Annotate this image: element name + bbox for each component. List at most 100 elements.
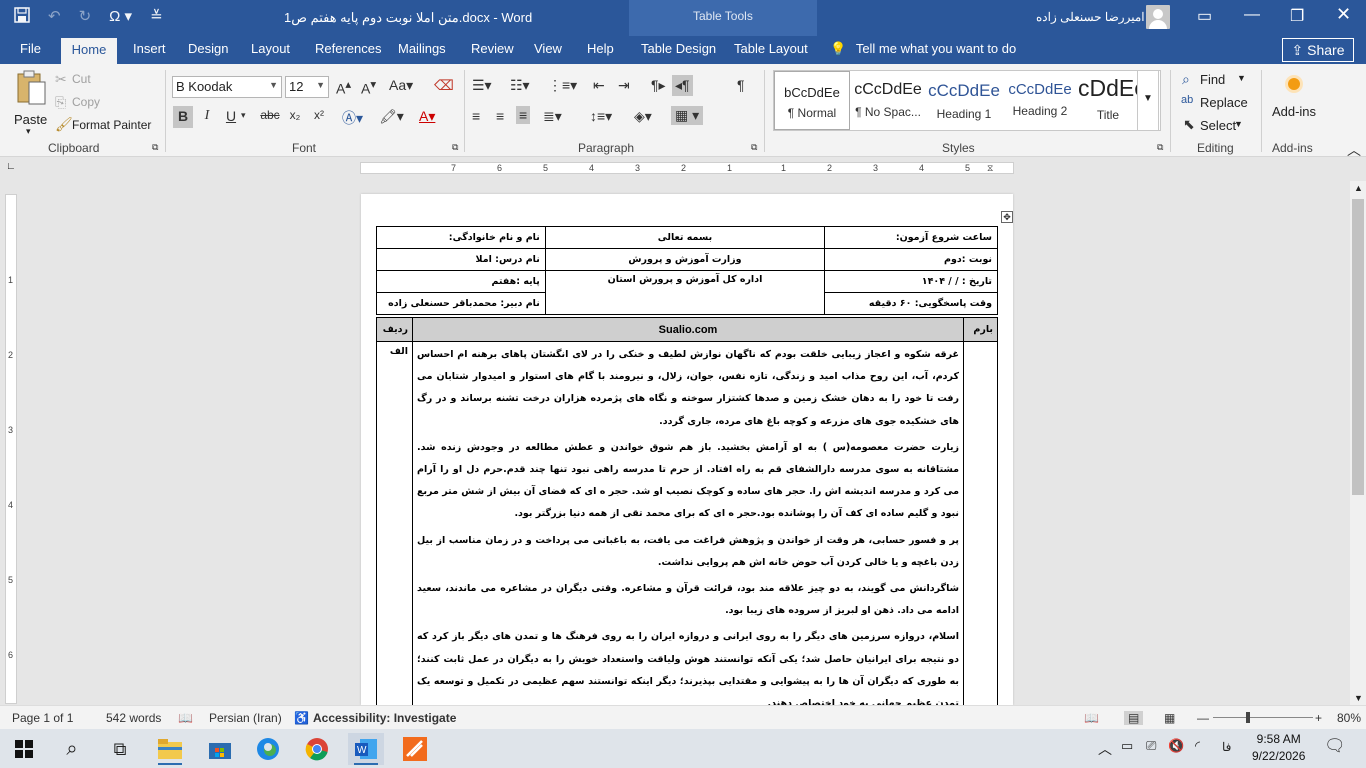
exam-term-cell[interactable]: نوبت :دوم <box>824 248 998 271</box>
subscript-button[interactable]: x₂ <box>285 106 305 128</box>
align-left-icon[interactable]: ≡ <box>472 108 480 124</box>
tab-table-layout[interactable]: Table Layout <box>734 41 808 56</box>
tab-mailings[interactable]: Mailings <box>398 41 446 56</box>
volume-muted-icon[interactable]: 🔇 <box>1168 738 1184 754</box>
edge-icon[interactable] <box>250 733 286 765</box>
align-right-icon[interactable]: ≡ <box>516 106 531 124</box>
line-spacing-icon[interactable]: ↕≡▾ <box>590 108 612 125</box>
font-size-combo[interactable]: 12 ▼ <box>285 76 329 98</box>
teacher-name-cell[interactable]: نام دبیر: محمدباقر حسنعلی زاده <box>376 292 546 315</box>
row-number-header[interactable]: ردیف <box>376 317 413 342</box>
table-move-handle-icon[interactable]: ✥ <box>1001 211 1013 223</box>
chevron-down-icon[interactable]: ▼ <box>1237 73 1246 83</box>
zoom-in-icon[interactable]: + <box>1315 711 1322 725</box>
vertical-scrollbar[interactable]: ▲ ▼ <box>1350 181 1366 705</box>
replace-button[interactable]: Replace <box>1200 95 1248 110</box>
vertical-ruler[interactable]: 1 2 3 4 5 6 <box>5 194 17 704</box>
text-effects-icon[interactable]: Ⓐ▾ <box>342 108 363 128</box>
row-label-cell[interactable]: الف <box>376 340 413 705</box>
find-button[interactable]: Find <box>1200 72 1225 87</box>
save-icon[interactable] <box>14 7 30 27</box>
change-case-icon[interactable]: Aa▾ <box>389 77 413 94</box>
rtl-direction-icon[interactable]: ◂¶ <box>672 75 693 96</box>
increase-indent-icon[interactable]: ⇥ <box>618 77 630 94</box>
answer-time-cell[interactable]: وقت پاسخگویی: ۶۰ دقیقه <box>824 292 998 315</box>
underline-button[interactable]: U <box>221 106 241 128</box>
select-button[interactable]: Select <box>1200 118 1236 133</box>
exam-start-time-cell[interactable]: ساعت شروع آزمون: <box>824 226 998 249</box>
shrink-font-icon[interactable]: A▾ <box>361 77 376 97</box>
tab-review[interactable]: Review <box>471 41 514 56</box>
word-count[interactable]: 542 words <box>106 711 161 725</box>
font-color-icon[interactable]: A▾ <box>419 108 435 125</box>
word-taskbar-icon[interactable]: W <box>348 733 384 765</box>
orange-app-icon[interactable] <box>397 733 433 765</box>
document-page[interactable]: نام و نام خانوادگی: بسمه تعالی ساعت شروع… <box>361 194 1013 705</box>
clear-formatting-icon[interactable]: ⌫ <box>434 77 454 94</box>
scrollbar-thumb[interactable] <box>1352 199 1364 495</box>
tab-selector-icon[interactable]: ∟ <box>6 161 16 172</box>
superscript-button[interactable]: x² <box>309 106 329 128</box>
shading-icon[interactable]: ◈▾ <box>634 108 652 125</box>
site-name-header[interactable]: Sualio.com <box>412 317 964 342</box>
chevron-up-icon[interactable]: ︿ <box>1098 739 1112 759</box>
scroll-up-icon[interactable]: ▲ <box>1354 183 1363 193</box>
user-name[interactable]: امیررضا حسنعلی زاده <box>1036 10 1145 24</box>
share-button[interactable]: ⇪ Share <box>1282 38 1354 62</box>
windows-start-icon[interactable] <box>6 733 42 765</box>
language-indicator[interactable]: Persian (Iran) <box>209 711 282 725</box>
bullets-icon[interactable]: ☰▾ <box>472 77 492 94</box>
undo-icon[interactable]: ↶ <box>48 7 61 27</box>
notification-icon[interactable]: 🗨 <box>1324 736 1346 756</box>
maximize-icon[interactable]: ❐ <box>1290 6 1304 26</box>
tab-design[interactable]: Design <box>188 41 228 56</box>
cut-button[interactable]: Cut <box>72 72 91 86</box>
web-layout-icon[interactable]: ▦ <box>1164 711 1175 725</box>
grow-font-icon[interactable]: A▴ <box>336 77 351 97</box>
ribbon-display-options-icon[interactable]: ▭ <box>1197 6 1212 26</box>
accessibility-status[interactable]: Accessibility: Investigate <box>313 711 456 725</box>
dialog-launcher-icon[interactable]: ⧉ <box>1157 142 1163 153</box>
meet-now-icon[interactable]: ⎚ <box>1146 738 1156 754</box>
add-ins-button[interactable]: Add-ins <box>1268 74 1320 130</box>
tab-table-design[interactable]: Table Design <box>641 41 716 56</box>
chevron-down-icon[interactable]: ▾ <box>241 110 246 121</box>
dialog-launcher-icon[interactable]: ⧉ <box>751 142 757 153</box>
date-cell[interactable]: تاریخ : / / ۱۴۰۴ <box>824 270 998 293</box>
dictation-text-cell[interactable]: غرقه شکوه و اعجاز زیبایی خلقت بودم که نا… <box>412 340 964 705</box>
basmala-cell[interactable]: بسمه تعالی <box>544 226 826 249</box>
highlight-color-icon[interactable]: 🖍▾ <box>379 108 404 125</box>
style-no-spacing[interactable]: cCcDdEe ¶ No Spac... <box>850 71 926 130</box>
tab-home[interactable]: Home <box>61 38 117 64</box>
redo-icon[interactable]: ↻ <box>79 7 92 27</box>
ltr-direction-icon[interactable]: ¶▸ <box>651 77 666 94</box>
scroll-down-icon[interactable]: ▼ <box>1354 693 1363 703</box>
battery-icon[interactable]: ▭ <box>1121 738 1133 754</box>
style-heading-1[interactable]: cCcDdEe Heading 1 <box>926 71 1002 130</box>
ministry-cell[interactable]: وزارت آموزش و پرورش <box>544 248 826 271</box>
show-formatting-icon[interactable]: ¶ <box>737 77 745 93</box>
bold-button[interactable]: B <box>173 106 193 128</box>
borders-icon[interactable]: ▦ ▾ <box>671 106 704 125</box>
chrome-icon[interactable] <box>299 733 335 765</box>
style-title[interactable]: cDdEe Title <box>1078 71 1138 130</box>
task-view-icon[interactable]: ⧉ <box>102 733 138 765</box>
numbering-icon[interactable]: ☷▾ <box>510 77 530 94</box>
zoom-out-icon[interactable]: — <box>1197 711 1209 725</box>
proofing-icon[interactable]: 📖 <box>178 711 193 725</box>
paste-button[interactable]: Paste ▾ <box>10 70 50 136</box>
italic-button[interactable]: I <box>197 106 217 128</box>
grade-cell[interactable]: پایه :هفتم <box>376 270 546 293</box>
strikethrough-button[interactable]: abc <box>260 106 280 128</box>
style-normal[interactable]: bCcDdEe ¶ Normal <box>774 71 850 130</box>
system-clock[interactable]: 9:58 AM 9/22/2026 <box>1252 731 1305 765</box>
customize-toolbar-icon[interactable]: ≚ <box>150 7 163 27</box>
student-name-cell[interactable]: نام و نام خانوادگی: <box>376 226 546 249</box>
decrease-indent-icon[interactable]: ⇤ <box>593 77 605 94</box>
search-icon[interactable]: ⌕ <box>54 733 90 765</box>
minimize-icon[interactable]: — <box>1244 6 1260 24</box>
score-cell[interactable] <box>963 340 998 705</box>
tab-view[interactable]: View <box>534 41 562 56</box>
tab-references[interactable]: References <box>315 41 381 56</box>
horizontal-ruler[interactable]: 7 6 5 4 3 2 1 1 2 3 4 5 ⧖ <box>360 162 1014 174</box>
